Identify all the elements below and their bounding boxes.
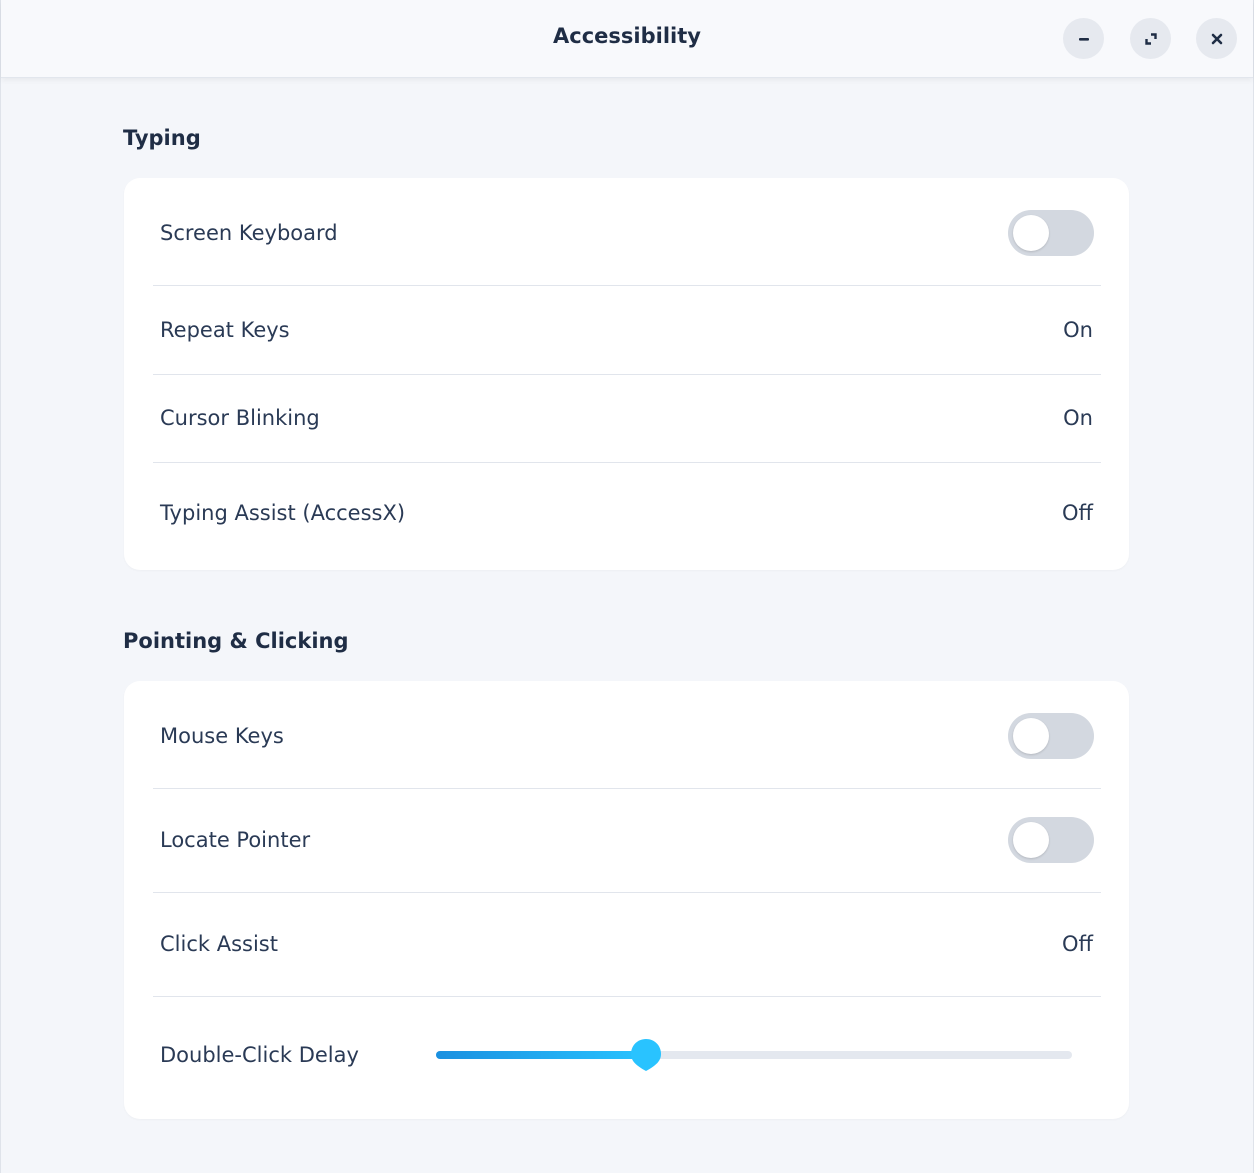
row-repeat-keys[interactable]: Repeat Keys On xyxy=(124,286,1129,374)
locate-pointer-label: Locate Pointer xyxy=(160,828,311,852)
mouse-keys-label: Mouse Keys xyxy=(160,724,284,748)
cursor-blinking-value: On xyxy=(1063,406,1093,430)
close-button[interactable] xyxy=(1196,18,1237,59)
double-click-delay-label: Double-Click Delay xyxy=(160,1043,359,1067)
close-icon xyxy=(1211,33,1222,44)
locate-pointer-toggle[interactable] xyxy=(1008,817,1094,863)
typing-section-heading: Typing xyxy=(123,126,201,150)
pointing-card: Mouse Keys Locate Pointer Click Assist O… xyxy=(124,681,1129,1119)
typing-assist-value: Off xyxy=(1062,501,1093,525)
pointing-section-heading: Pointing & Clicking xyxy=(123,629,349,653)
click-assist-label: Click Assist xyxy=(160,932,278,956)
mouse-keys-toggle[interactable] xyxy=(1008,713,1094,759)
typing-card: Screen Keyboard Repeat Keys On Cursor Bl… xyxy=(124,178,1129,570)
double-click-delay-slider[interactable] xyxy=(436,1039,1072,1071)
row-locate-pointer: Locate Pointer xyxy=(124,789,1129,892)
screen-keyboard-toggle[interactable] xyxy=(1008,210,1094,256)
typing-assist-label: Typing Assist (AccessX) xyxy=(160,501,406,525)
toggle-knob xyxy=(1013,822,1049,858)
row-mouse-keys: Mouse Keys xyxy=(124,681,1129,788)
row-typing-assist[interactable]: Typing Assist (AccessX) Off xyxy=(124,463,1129,570)
maximize-button[interactable] xyxy=(1130,18,1171,59)
repeat-keys-value: On xyxy=(1063,318,1093,342)
minimize-button[interactable] xyxy=(1063,18,1104,59)
slider-thumb[interactable] xyxy=(629,1038,663,1072)
title-bar: Accessibility xyxy=(1,0,1253,78)
slider-fill xyxy=(436,1051,646,1059)
accessibility-window: Accessibility Typing Screen Keyboard Rep… xyxy=(0,0,1254,1173)
maximize-icon xyxy=(1144,32,1157,45)
row-double-click-delay: Double-Click Delay xyxy=(124,997,1129,1119)
toggle-knob xyxy=(1013,215,1049,251)
row-screen-keyboard: Screen Keyboard xyxy=(124,178,1129,285)
repeat-keys-label: Repeat Keys xyxy=(160,318,290,342)
row-click-assist[interactable]: Click Assist Off xyxy=(124,893,1129,996)
minimize-icon xyxy=(1078,37,1089,41)
toggle-knob xyxy=(1013,718,1049,754)
screen-keyboard-label: Screen Keyboard xyxy=(160,221,338,245)
cursor-blinking-label: Cursor Blinking xyxy=(160,406,320,430)
click-assist-value: Off xyxy=(1062,932,1093,956)
row-cursor-blinking[interactable]: Cursor Blinking On xyxy=(124,375,1129,462)
